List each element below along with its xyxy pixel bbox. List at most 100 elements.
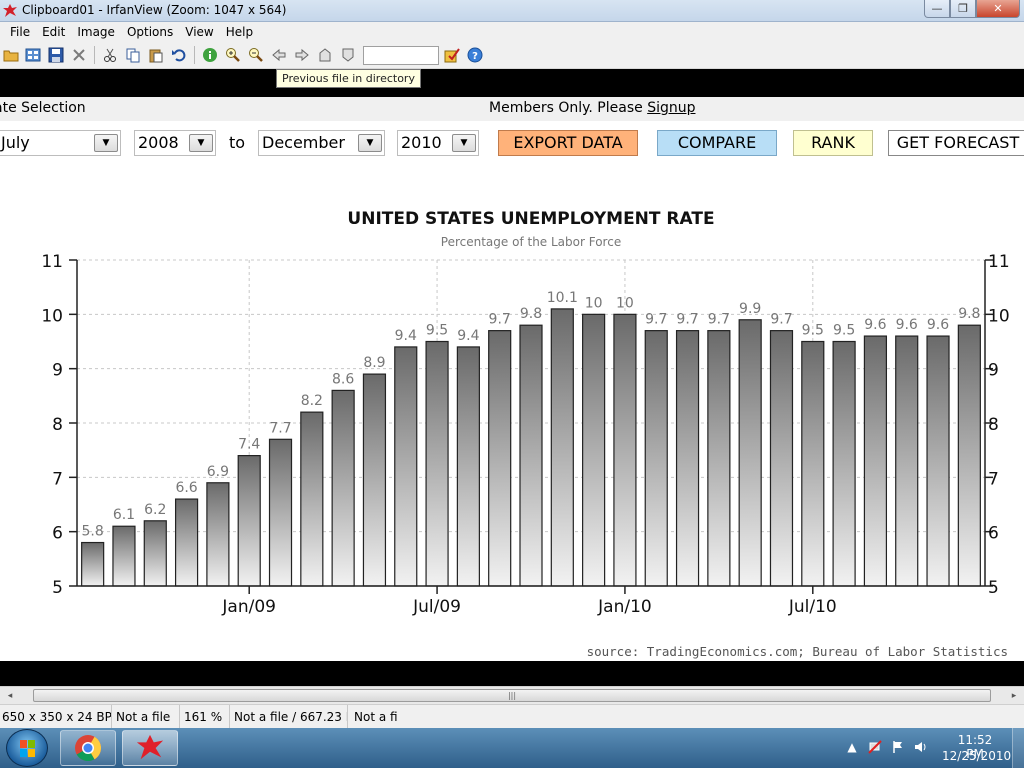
maximize-button[interactable]: ❐ <box>950 0 976 18</box>
scroll-left-icon[interactable]: ◂ <box>3 689 17 703</box>
open-icon[interactable] <box>3 47 19 63</box>
title-bar: Clipboard01 - IrfanView (Zoom: 1047 x 56… <box>0 0 1024 22</box>
scrollbar-thumb[interactable]: ||| <box>33 689 991 702</box>
bar <box>331 389 355 587</box>
zoom-in-icon[interactable] <box>225 47 241 63</box>
y-tick-label-left: 5 <box>52 578 63 598</box>
bar-value-label: 9.9 <box>739 301 761 317</box>
bar <box>425 340 449 587</box>
previous-file-icon[interactable] <box>271 47 287 63</box>
copy-icon[interactable] <box>125 47 141 63</box>
menu-help[interactable]: Help <box>220 25 259 39</box>
help-icon[interactable]: ? <box>467 47 483 63</box>
irfanview-icon <box>136 734 164 760</box>
y-tick-label-left: 6 <box>52 524 63 544</box>
bar-value-label: 10 <box>585 295 603 311</box>
grip-icon: ||| <box>507 691 517 700</box>
last-file-icon[interactable] <box>340 47 356 63</box>
tooltip: Previous file in directory <box>276 69 421 88</box>
image-viewport[interactable]: Previous file in directory ate Selection… <box>0 69 1024 686</box>
bar <box>613 313 637 587</box>
bar-value-label: 9.4 <box>395 328 417 344</box>
bar <box>237 455 261 587</box>
status-bar: 650 x 350 x 24 BPP Not a file 161 % Not … <box>0 704 1024 729</box>
close-button[interactable]: ✕ <box>976 0 1020 18</box>
bar-value-label: 9.5 <box>802 323 824 339</box>
status-file: Not a file <box>114 705 180 729</box>
cut-icon[interactable] <box>102 47 118 63</box>
scroll-right-icon[interactable]: ▸ <box>1007 689 1021 703</box>
first-file-icon[interactable] <box>317 47 333 63</box>
bar <box>300 411 324 587</box>
x-tick-label: Jan/09 <box>221 597 276 617</box>
minimize-button[interactable]: — <box>924 0 950 18</box>
bar-value-label: 9.7 <box>676 312 698 328</box>
chart-title: UNITED STATES UNEMPLOYMENT RATE <box>347 209 714 229</box>
status-file-size: Not a file / 667.23 KB <box>232 705 348 729</box>
irfanview-taskbar-button[interactable] <box>122 730 178 766</box>
zoom-out-icon[interactable] <box>248 47 264 63</box>
show-hidden-icons-icon[interactable]: ▲ <box>845 740 859 754</box>
y-tick-label-right: 11 <box>988 252 1010 272</box>
action-center-flag-icon[interactable] <box>891 740 905 754</box>
thumbnails-icon[interactable] <box>25 47 41 63</box>
show-desktop-button[interactable] <box>1012 728 1024 768</box>
bar <box>707 330 731 587</box>
bar-value-label: 8.6 <box>332 371 354 387</box>
bar-value-label: 9.7 <box>645 312 667 328</box>
irfanview-app-icon[interactable] <box>2 3 18 19</box>
undo-icon[interactable] <box>171 47 187 63</box>
save-icon[interactable] <box>48 47 64 63</box>
toolbar-input[interactable] <box>363 46 439 65</box>
network-icon[interactable] <box>868 740 882 754</box>
chrome-taskbar-button[interactable] <box>60 730 116 766</box>
svg-text:?: ? <box>472 51 478 62</box>
clock-date[interactable]: 12/25/2010 <box>942 749 1011 763</box>
unemployment-chart: UNITED STATES UNEMPLOYMENT RATE Percenta… <box>41 209 1010 659</box>
windows-logo-icon <box>20 740 35 757</box>
bar <box>675 330 700 587</box>
start-button[interactable] <box>6 729 48 767</box>
y-tick-label-right: 7 <box>988 469 999 489</box>
delete-icon[interactable] <box>71 47 87 63</box>
menu-edit[interactable]: Edit <box>36 25 71 39</box>
chrome-icon <box>75 735 102 762</box>
toolbar-separator <box>94 46 95 64</box>
bar <box>81 541 105 587</box>
horizontal-scrollbar[interactable]: ◂ ||| ▸ <box>0 686 1024 704</box>
y-tick-label-left: 7 <box>52 469 63 489</box>
bar-value-label: 5.8 <box>82 524 104 540</box>
volume-icon[interactable] <box>914 740 928 754</box>
bar <box>143 520 167 587</box>
menu-file[interactable]: File <box>4 25 36 39</box>
status-file-2: Not a file <box>354 710 398 724</box>
paste-icon[interactable] <box>148 47 164 63</box>
bar <box>394 346 418 587</box>
bar-value-label: 9.6 <box>896 317 918 333</box>
bar-value-label: 7.7 <box>269 420 291 436</box>
bar <box>206 482 230 587</box>
next-file-icon[interactable] <box>294 47 310 63</box>
paint-icon[interactable] <box>444 47 460 63</box>
status-zoom: 161 % <box>182 705 230 729</box>
bar <box>519 324 543 587</box>
menu-image[interactable]: Image <box>71 25 121 39</box>
bar <box>957 324 981 587</box>
bar <box>268 438 293 587</box>
bar <box>738 319 762 587</box>
chart-source: source: TradingEconomics.com; Bureau of … <box>587 644 1008 659</box>
bar <box>926 335 950 587</box>
bar <box>644 330 668 587</box>
bar-value-label: 6.2 <box>144 502 166 518</box>
bar <box>832 340 856 587</box>
chart-subtitle: Percentage of the Labor Force <box>441 235 621 249</box>
menu-view[interactable]: View <box>179 25 219 39</box>
bar-value-label: 8.9 <box>363 355 385 371</box>
bar-value-label: 9.8 <box>958 306 980 322</box>
info-icon[interactable] <box>202 47 218 63</box>
y-tick-label-left: 9 <box>52 361 63 381</box>
bar-value-label: 8.2 <box>301 393 323 409</box>
bar-value-label: 6.6 <box>175 480 197 496</box>
bar-value-label: 9.7 <box>489 312 511 328</box>
menu-options[interactable]: Options <box>121 25 179 39</box>
